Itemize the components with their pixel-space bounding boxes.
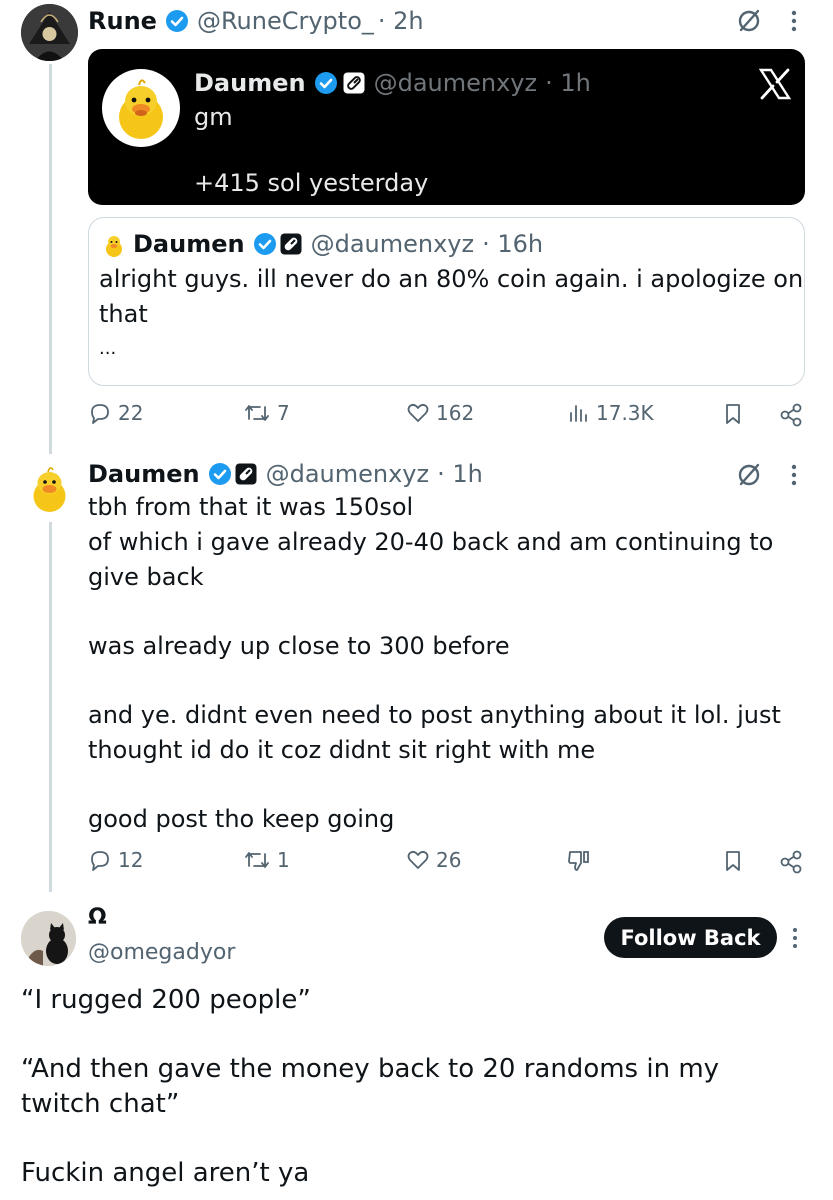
- tweet-text-line: thought id do it coz didnt sit right wit…: [88, 736, 596, 764]
- author-name[interactable]: Daumen: [88, 460, 200, 488]
- reply-count: 22: [118, 401, 144, 425]
- tweet-text-line: twitch chat”: [21, 1089, 180, 1119]
- quote-ellipsis: ...: [99, 338, 117, 359]
- quote-timestamp: · 16h: [482, 230, 544, 258]
- avatar[interactable]: [21, 911, 76, 966]
- thread-line: [49, 64, 52, 454]
- quoted-tweet[interactable]: Daumen @daumenxyz · 16h alright guys. il…: [88, 217, 805, 386]
- repost-count: 1: [277, 848, 290, 872]
- avatar[interactable]: [21, 4, 78, 61]
- repost-icon: [245, 852, 269, 868]
- tweet-text-line: and ye. didnt even need to post anything…: [88, 701, 781, 729]
- tweet-text-line: “And then gave the money back to 20 rand…: [21, 1054, 720, 1084]
- like-button[interactable]: 162: [406, 401, 474, 425]
- reply-count: 12: [118, 848, 144, 872]
- author-handle[interactable]: @RuneCrypto_: [197, 7, 374, 35]
- embed-author-name: Daumen: [194, 69, 306, 97]
- pill-badge-icon: [343, 72, 365, 94]
- like-icon: [407, 403, 429, 422]
- author-name[interactable]: Rune: [88, 7, 157, 35]
- like-icon: [407, 850, 429, 869]
- verified-badge-icon: [253, 233, 276, 255]
- avatar: [101, 232, 127, 258]
- verified-badge-icon: [314, 72, 337, 94]
- more-icon[interactable]: [788, 462, 800, 488]
- tweet-text-line: Fuckin angel aren’t ya: [21, 1158, 310, 1188]
- bookmark-icon[interactable]: [721, 402, 745, 426]
- verified-badge-icon: [208, 463, 231, 485]
- quote-text-line: that: [99, 300, 148, 328]
- reply-icon: [91, 851, 109, 871]
- avatar[interactable]: [21, 460, 78, 517]
- like-button[interactable]: 26: [406, 848, 461, 872]
- share-icon[interactable]: [778, 402, 804, 428]
- follow-back-button[interactable]: Follow Back: [604, 917, 777, 958]
- reply-button[interactable]: 22: [88, 401, 143, 425]
- tweet-text-line: tbh from that it was 150sol: [88, 493, 414, 521]
- avatar: [102, 69, 180, 147]
- timestamp[interactable]: · 2h: [378, 7, 424, 35]
- like-count: 162: [436, 401, 475, 425]
- repost-count: 7: [277, 401, 290, 425]
- embed-text-line: gm: [194, 103, 233, 131]
- embed-author-handle: @daumenxyz: [373, 69, 538, 97]
- tweet-text-line: was already up close to 300 before: [88, 632, 510, 660]
- share-icon[interactable]: [778, 849, 804, 875]
- pill-badge-icon: [235, 463, 257, 485]
- views-button[interactable]: 17.3K: [566, 401, 654, 425]
- reply-button[interactable]: 12: [88, 848, 143, 872]
- embed-timestamp: · 1h: [545, 69, 591, 97]
- bookmark-icon[interactable]: [721, 849, 745, 873]
- x-logo-icon: [758, 68, 792, 100]
- views-icon: [570, 405, 587, 422]
- more-icon[interactable]: [788, 8, 800, 34]
- embedded-tweet-image[interactable]: Daumen @daumenxyz · 1h gm +415 sol yeste…: [88, 49, 805, 205]
- embed-text-line: +415 sol yesterday: [194, 169, 429, 197]
- reply-icon: [91, 404, 109, 424]
- quote-text-line: alright guys. ill never do an 80% coin a…: [99, 265, 804, 293]
- like-count: 26: [436, 848, 462, 872]
- tweet-text-line: “I rugged 200 people”: [21, 985, 311, 1015]
- tweet-text-line: good post tho keep going: [88, 805, 395, 833]
- tweet-text-line: of which i gave already 20-40 back and a…: [88, 528, 774, 556]
- grok-icon[interactable]: [735, 461, 763, 489]
- pill-badge-icon: [280, 233, 302, 255]
- author-handle[interactable]: @omegadyor: [88, 940, 235, 965]
- thread-line: [49, 522, 52, 892]
- dislike-icon[interactable]: [566, 848, 592, 874]
- tweet-text-line: give back: [88, 563, 204, 591]
- repost-button[interactable]: 1: [243, 848, 290, 872]
- quote-author-handle: @daumenxyz: [310, 230, 475, 258]
- more-icon[interactable]: [789, 926, 801, 950]
- verified-badge-icon: [165, 10, 188, 32]
- grok-icon[interactable]: [735, 7, 763, 35]
- views-count: 17.3K: [596, 401, 654, 425]
- author-name[interactable]: Ω: [88, 905, 107, 930]
- author-handle[interactable]: @daumenxyz: [266, 460, 430, 488]
- timestamp[interactable]: · 1h: [437, 460, 483, 488]
- repost-button[interactable]: 7: [243, 401, 290, 425]
- repost-icon: [245, 405, 269, 421]
- quote-author-name: Daumen: [133, 230, 245, 258]
